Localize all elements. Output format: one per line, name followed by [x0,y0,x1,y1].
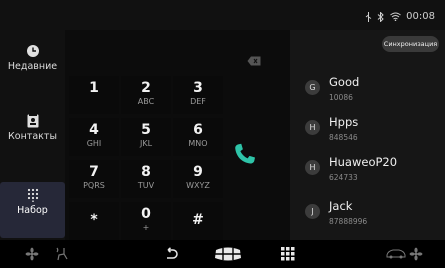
clock-time: 00:08 [406,11,435,22]
sidebar-nav: Недавние Контакты Набор [0,30,65,240]
sync-button[interactable]: Синхронизация [382,36,439,52]
phone-app-screen: 00:08 Недавние Контакты Набор 1 2 ABC 3 DE… [0,0,445,268]
clock-icon [26,45,39,57]
key-digit: 4 [89,122,99,138]
backspace-icon[interactable] [247,56,261,66]
dial-key-star[interactable]: * [69,202,119,240]
contact-initial: G [305,80,320,95]
key-letters: DEF [190,97,206,106]
key-letters: MNO [188,139,208,148]
contact-number: 624733 [329,173,358,182]
key-digit: 0 [141,206,151,222]
dial-key-0[interactable]: 0 + [121,202,171,240]
key-digit: 7 [89,164,99,180]
contact-initial: J [305,204,320,219]
phone-handset-icon [235,143,255,164]
key-letters: JKL [139,139,153,148]
contact-item[interactable]: H Hpps 848546 [290,110,445,150]
contact-item[interactable]: H HuaweoP20 624733 [290,150,445,190]
dial-key-3[interactable]: 3 DEF [173,76,223,114]
key-digit: 1 [89,80,99,96]
contacts-book-icon [27,114,38,128]
dial-key-9[interactable]: 9 WXYZ [173,160,223,198]
car-icon[interactable] [386,248,406,259]
dial-key-hash[interactable]: # [173,202,223,240]
key-digit: 9 [193,164,203,180]
contact-number: 87888996 [329,217,368,226]
dial-key-4[interactable]: 4 GHI [69,118,119,156]
dial-key-7[interactable]: 7 PQRS [69,160,119,198]
contact-number: 848546 [329,133,358,142]
contact-list-panel: Синхронизация G Good 10086 H Hpps 848546… [290,30,445,240]
key-digit: # [192,212,204,228]
contact-name: HuaweoP20 [329,155,398,169]
car-menu-icon[interactable] [213,246,243,262]
bottom-bar [0,240,445,268]
key-letters: + [142,223,150,232]
apps-grid-icon[interactable] [281,247,295,261]
sidebar-item-dial[interactable]: Набор [0,182,65,238]
fan-right-icon[interactable] [409,247,423,261]
contact-name: Good [329,75,360,89]
contact-name: Hpps [329,115,359,129]
key-digit: 5 [141,122,151,138]
key-letters: GHI [86,139,102,148]
key-digit: * [90,212,98,228]
sidebar-item-contacts[interactable]: Контакты [0,114,65,162]
dial-key-1[interactable]: 1 [69,76,119,114]
call-button[interactable] [230,140,260,170]
sidebar-item-recent[interactable]: Недавние [0,44,65,92]
key-digit: 3 [193,80,203,96]
contact-item[interactable]: G Good 10086 [290,70,445,110]
bluetooth-icon [377,11,384,22]
sidebar-item-label: Недавние [7,61,58,72]
back-icon[interactable] [164,247,178,261]
sidebar-item-label: Контакты [8,131,57,142]
contact-number: 10086 [329,93,353,102]
key-letters: PQRS [83,181,105,190]
seat-heat-icon[interactable] [55,247,69,261]
dial-key-6[interactable]: 6 MNO [173,118,223,156]
status-icons: 00:08 [365,11,435,22]
key-digit: 2 [141,80,151,96]
contact-initial: H [305,120,320,135]
key-digit: 6 [193,122,203,138]
contact-initial: H [305,160,320,175]
contact-name: Jack [329,199,353,213]
fan-left-icon[interactable] [25,247,39,261]
dial-key-8[interactable]: 8 TUV [121,160,171,198]
usb-icon [365,11,372,22]
status-bar: 00:08 [0,0,445,30]
key-letters: WXYZ [186,181,210,190]
dial-key-2[interactable]: 2 ABC [121,76,171,114]
key-digit: 8 [141,164,151,180]
sidebar-item-label: Набор [17,205,48,216]
key-letters: ABC [137,97,155,106]
contact-item[interactable]: J Jack 87888996 [290,194,445,234]
dialpad-icon [27,188,38,202]
wifi-icon [390,12,401,21]
key-letters: TUV [137,181,155,190]
dialpad-panel: 1 2 ABC 3 DEF 4 GHI 5 JKL 6 MNO 7 PQRS 8 TUV 9W… [65,30,290,240]
dial-key-5[interactable]: 5 JKL [121,118,171,156]
